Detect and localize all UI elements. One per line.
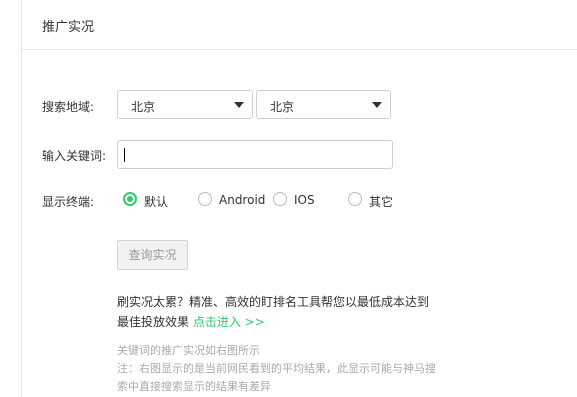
panel-title: 推广实况 xyxy=(42,20,95,35)
radio-other[interactable] xyxy=(348,192,362,206)
radio-android[interactable] xyxy=(198,192,212,206)
city-value: 北京 xyxy=(270,100,295,114)
notes-block: 关键词的推广实况如右图所示 注：右图显示的是当前网民看到的平均结果，此显示可能与… xyxy=(117,342,437,396)
keyword-field[interactable] xyxy=(128,146,378,162)
promo-message: 刷实况太累？精准、高效的盯排名工具帮您以最低成本达到最佳投放效果 xyxy=(117,295,430,329)
province-value: 北京 xyxy=(131,100,156,114)
keyword-label: 输入关键词: xyxy=(42,149,107,163)
text-cursor xyxy=(124,148,125,162)
radio-ios[interactable] xyxy=(273,192,287,206)
query-button[interactable]: 查询实况 xyxy=(117,240,188,270)
city-select[interactable]: 北京 xyxy=(256,90,391,119)
left-divider xyxy=(21,0,22,397)
terminal-label: 显示终端: xyxy=(42,195,95,209)
province-select[interactable]: 北京 xyxy=(117,90,253,119)
enter-link[interactable]: 点击进入 >> xyxy=(193,315,265,329)
promo-text: 刷实况太累？精准、高效的盯排名工具帮您以最低成本达到最佳投放效果 点击进入 >> xyxy=(117,292,437,332)
radio-other-label[interactable]: 其它 xyxy=(369,193,393,210)
keyword-input[interactable] xyxy=(117,140,393,169)
chevron-down-icon xyxy=(234,102,244,108)
radio-android-label[interactable]: Android xyxy=(219,193,265,207)
region-label: 搜索地域: xyxy=(42,100,95,114)
note-line-1: 关键词的推广实况如右图所示 xyxy=(117,344,260,357)
radio-ios-label[interactable]: IOS xyxy=(294,193,315,207)
radio-default[interactable] xyxy=(123,192,137,206)
chevron-down-icon xyxy=(372,102,382,108)
note-line-2: 注：右图显示的是当前网民看到的平均结果，此显示可能与神马搜索中直接搜索显示的结果… xyxy=(117,362,436,393)
panel-header: 推广实况 xyxy=(22,0,577,50)
radio-default-label[interactable]: 默认 xyxy=(144,193,168,210)
